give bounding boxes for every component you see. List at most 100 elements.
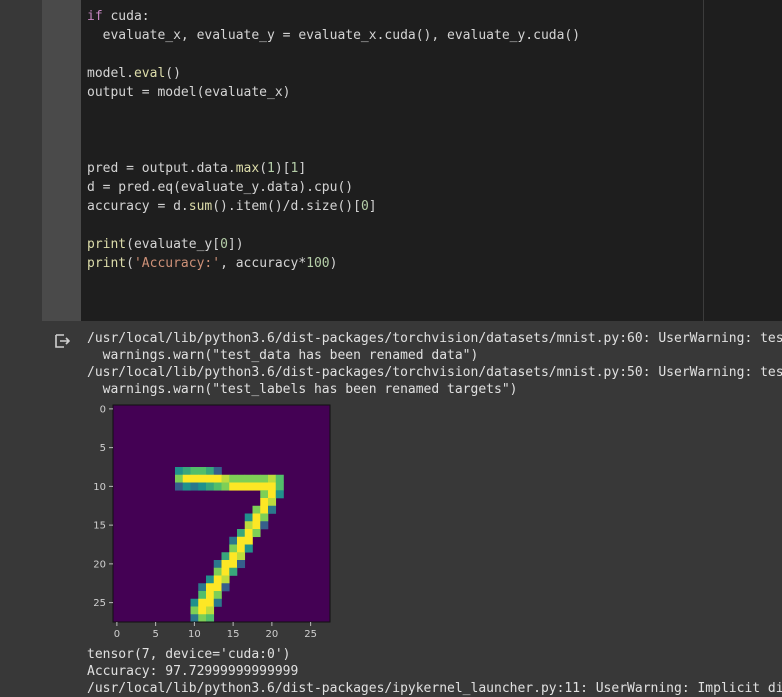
pixel-cell [190, 482, 199, 491]
pixel-cell [206, 606, 215, 615]
pixel-cell [213, 591, 222, 600]
code-text: () [165, 66, 181, 81]
code-line-1: if cuda: [87, 7, 150, 26]
pixel-cell [252, 505, 261, 514]
pixel-cell [237, 560, 246, 569]
digit-image-plot: 0 5 10 15 20 25 0 5 10 15 20 25 [93, 404, 331, 640]
pixel-cell [260, 482, 269, 491]
code-text: ] [298, 161, 307, 176]
pixel-cell [275, 482, 284, 491]
pixel-cell [268, 482, 277, 491]
pixel-cell [252, 529, 261, 538]
pixel-cell [198, 467, 207, 476]
code-text: ().item()/d.size()[ [212, 199, 361, 214]
code-text: output = model(evaluate_x) [87, 85, 291, 100]
x-tick-label: 0 [114, 629, 120, 640]
pixel-cell [206, 598, 215, 607]
pixel-cell [244, 482, 253, 491]
warning-line: warnings.warn("test_data has been rename… [87, 348, 479, 363]
code-text: , accuracy* [220, 256, 307, 271]
pixel-cell [275, 490, 284, 499]
pixel-cell [268, 498, 277, 507]
code-text: ( [126, 256, 134, 271]
pixel-cell [260, 490, 269, 499]
pixel-cell [198, 614, 207, 623]
pixel-cell [190, 606, 199, 615]
code-text: ]) [227, 237, 244, 252]
pixel-cell [221, 575, 230, 584]
code-line-7: accuracy = d.sum().item()/d.size()[0] [87, 197, 377, 216]
pixel-cell [268, 474, 277, 483]
code-text: pred = output.data. [87, 161, 236, 176]
y-tick-label: 25 [93, 598, 106, 609]
cell-gutter[interactable] [42, 0, 81, 321]
pixel-cell [229, 560, 238, 569]
pixel-cell [252, 513, 261, 522]
code-text: model. [87, 66, 134, 81]
warning-line: /usr/local/lib/python3.6/dist-packages/t… [87, 331, 782, 346]
x-tick-label: 20 [266, 629, 279, 640]
pixel-cell [175, 482, 184, 491]
function-name: print [87, 237, 127, 252]
code-text: )[ [274, 161, 291, 176]
code-line-2: evaluate_x, evaluate_y = evaluate_x.cuda… [87, 26, 580, 45]
pixel-cell [190, 467, 199, 476]
pixel-cell [221, 552, 230, 561]
pixel-cell [252, 482, 261, 491]
pixel-cell [237, 482, 246, 491]
pixel-cell [206, 614, 215, 623]
code-text: accuracy = d. [87, 199, 189, 214]
pixel-cell [229, 474, 238, 483]
pixel-cell [213, 598, 222, 607]
accuracy-output: Accuracy: 97.72999999999999 [87, 664, 299, 679]
x-tick-label: 15 [227, 629, 240, 640]
pixel-cell [252, 521, 261, 530]
pixel-cell [244, 536, 253, 545]
code-text: d = pred.eq(evaluate_y.data).cpu() [87, 180, 354, 195]
number-literal: 100 [306, 256, 330, 271]
tensor-output: tensor(7, device='cuda:0') [87, 647, 291, 662]
code-text: cuda: [102, 9, 150, 24]
function-name: max [235, 161, 260, 176]
pixel-cell [229, 482, 238, 491]
y-tick-label: 5 [100, 443, 106, 454]
function-name: eval [133, 66, 166, 81]
pixel-cell [213, 482, 222, 491]
pixel-cell [206, 482, 215, 491]
code-text: evaluate_x, evaluate_y = evaluate_x.cuda… [87, 28, 581, 43]
pixel-cell [252, 474, 261, 483]
x-tick-label: 10 [188, 629, 201, 640]
pixel-cell [213, 560, 222, 569]
pixel-cell [260, 474, 269, 483]
pixel-cell [213, 467, 222, 476]
code-line-6: d = pred.eq(evaluate_y.data).cpu() [87, 178, 353, 197]
pixel-cell [229, 567, 238, 576]
code-line-5: pred = output.data.max(1)[1] [87, 159, 306, 178]
pixel-cell [190, 474, 199, 483]
pixel-cell [221, 583, 230, 592]
number-literal: 0 [220, 237, 228, 252]
function-name: print [87, 256, 127, 271]
pixel-cell [175, 474, 184, 483]
pixel-cell [198, 606, 207, 615]
pixel-cell [198, 482, 207, 491]
pixel-cell [175, 467, 184, 476]
line-length-ruler [703, 0, 704, 321]
pixel-cell [198, 474, 207, 483]
pixel-cell [213, 583, 222, 592]
pixel-cell [221, 567, 230, 576]
pixel-cell [182, 482, 191, 491]
pixel-cell [237, 536, 246, 545]
pixel-cell [260, 521, 269, 530]
y-tick-label: 0 [100, 404, 106, 415]
pixel-cell [244, 544, 253, 553]
pixel-cell [182, 467, 191, 476]
warning-line: /usr/local/lib/python3.6/dist-packages/i… [87, 681, 782, 696]
output-clear-icon[interactable] [54, 333, 70, 349]
x-tick-label: 5 [152, 629, 158, 640]
pixel-cell [221, 482, 230, 491]
pixel-cell [229, 536, 238, 545]
y-tick-label: 20 [93, 559, 106, 570]
pixel-cell [260, 505, 269, 514]
code-line-8: print(evaluate_y[0]) [87, 235, 244, 254]
